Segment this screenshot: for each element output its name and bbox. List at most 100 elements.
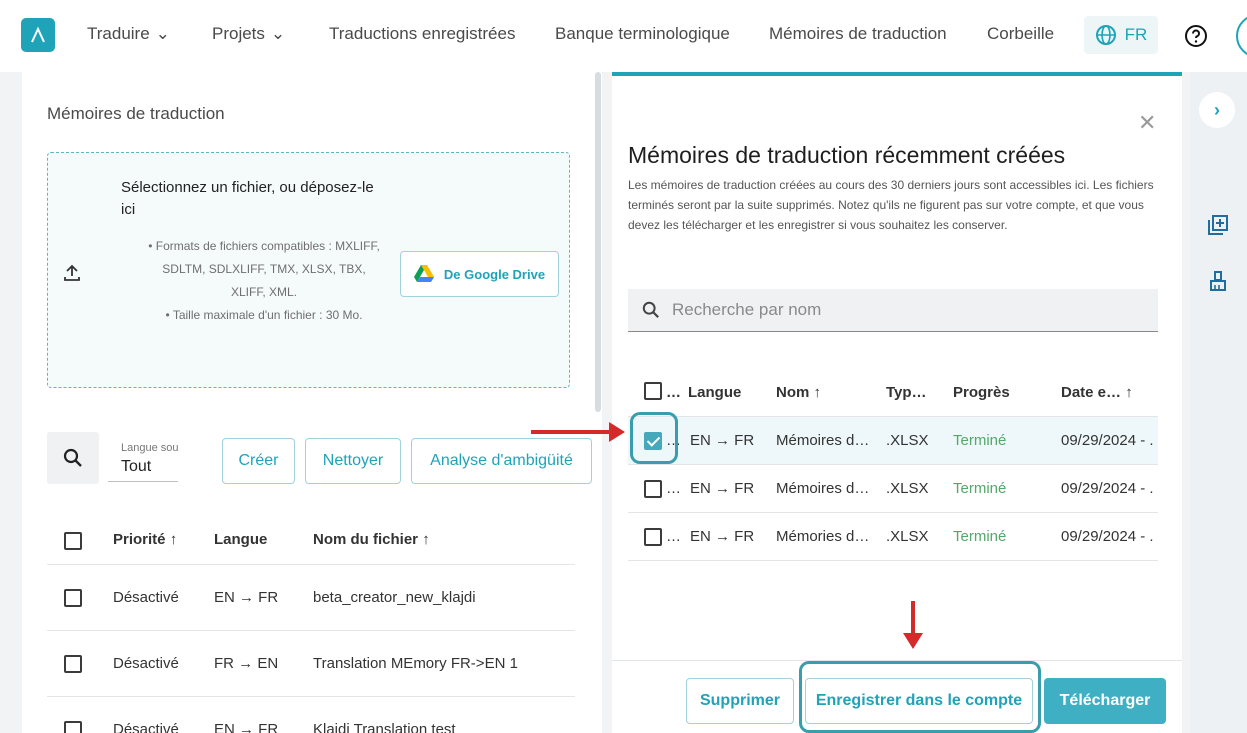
google-drive-label: De Google Drive [443,266,546,282]
nav-traductions-enregistrees[interactable]: Traductions enregistrées [329,24,515,44]
column-header-date-label: Date e… [1061,384,1122,401]
row-name: Mémoires d… [776,432,870,449]
recent-memories-drawer: ✕ Mémoires de traduction récemment créée… [612,72,1182,733]
sort-arrow-up-icon: ↑ [422,531,430,548]
logo-icon [31,26,45,43]
search-button[interactable] [47,432,99,484]
table-header: … Langue Nom ↑ Typ… Progrès Date e… ↑ [628,367,1158,417]
row-language: EN → FR [214,589,279,606]
formats-info: • Formats de fichiers compatibles : MXLI… [148,239,380,299]
chevron-right-icon[interactable]: › [1199,92,1235,128]
row-language: EN → FR [214,721,279,733]
left-panel-scrollbar[interactable] [595,72,601,412]
checkbox-highlight [630,412,678,464]
avatar[interactable] [1236,14,1247,58]
translation-memories-panel: Mémoires de traduction Sélectionnez un f… [22,72,602,733]
row-dots: … [666,480,681,497]
column-header-filename[interactable]: Nom du fichier ↑ [313,531,430,548]
table-row[interactable]: Désactivé EN → FR Klajdi Translation tes… [47,697,575,733]
sort-arrow-up-icon: ↑ [813,384,822,401]
column-header-priority[interactable]: Priorité ↑ [113,531,177,548]
add-box-icon[interactable] [1208,215,1228,240]
column-header-filename-label: Nom du fichier [313,531,419,548]
row-date: 09/29/2024 - . [1061,432,1154,449]
cleaning-brush-icon[interactable] [1208,271,1228,296]
row-filename: beta_creator_new_klajdi [313,589,476,606]
row-language: FR → EN [214,655,279,672]
row-priority: Désactivé [113,589,179,606]
nav-traduire[interactable]: Traduire ⌄ [87,24,170,44]
drawer-description: Les mémoires de traduction créées au cou… [628,178,1154,232]
column-header-progress[interactable]: Progrès [953,384,1010,401]
row-checkbox[interactable] [64,721,82,733]
table-row[interactable]: Désactivé EN → FR beta_creator_new_klajd… [47,565,575,631]
nav-memoires-de-traduction[interactable]: Mémoires de traduction [769,24,947,44]
row-progress: Terminé [953,480,1007,497]
column-header-priority-label: Priorité [113,531,166,548]
select-all-checkbox[interactable] [64,532,82,550]
table-row[interactable]: … EN → FR Mémoires d… .XLSX Terminé 09/2… [628,465,1158,513]
row-checkbox[interactable] [644,528,662,546]
language-label: FR [1124,25,1148,44]
google-drive-button[interactable]: De Google Drive [400,251,559,297]
memories-toolbar: Langue source Tout Créer Nettoyer Analys… [47,432,592,484]
clean-button[interactable]: Nettoyer [305,438,401,484]
app-logo[interactable] [21,18,55,52]
arrow-right-icon [531,422,625,442]
save-button-highlight [799,661,1041,733]
download-button[interactable]: Télécharger [1044,678,1166,724]
row-priority: Désactivé [113,655,179,672]
row-checkbox[interactable] [644,480,662,498]
help-icon[interactable] [1184,24,1208,53]
sort-arrow-up-icon: ↑ [1125,384,1133,401]
memories-table: Priorité ↑ Langue Nom du fichier ↑ Désac… [47,515,575,733]
language-selector[interactable]: FR [1084,16,1158,54]
search-by-name-input[interactable]: Recherche par nom [628,289,1158,332]
select-all-checkbox[interactable] [644,382,662,400]
source-language-select[interactable]: Langue source Tout [108,436,179,482]
page-title: Mémoires de traduction [47,104,225,123]
row-date: 09/29/2024 - . [1061,480,1154,497]
drawer-title: Mémoires de traduction récemment créées [628,142,1066,168]
nav-corbeille[interactable]: Corbeille [987,24,1054,44]
nav-banque-terminologique[interactable]: Banque terminologique [555,24,730,44]
source-language-value: Tout [121,458,152,475]
search-placeholder: Recherche par nom [672,300,822,319]
column-header-language[interactable]: Langue [688,384,741,401]
globe-icon [1095,25,1116,45]
table-row[interactable]: … EN → FR Mémoires d… .XLSX Terminé 09/2… [628,417,1158,465]
dropzone-info: • Formats de fichiers compatibles : MXLI… [144,235,384,327]
create-button[interactable]: Créer [222,438,295,484]
right-rail: › [1190,72,1247,733]
row-filename: Klajdi Translation test [313,721,456,733]
row-name: Mémoires d… [776,480,870,497]
row-date: 09/29/2024 - . [1061,528,1154,545]
column-header-dots: … [666,384,681,401]
max-size-info-text: Taille maximale d'un fichier : 30 Mo. [172,308,363,322]
ambiguity-analysis-button[interactable]: Analyse d'ambigüité [411,438,592,484]
chevron-down-icon: ⌄ [155,24,170,43]
row-checkbox[interactable] [64,655,82,673]
row-filename: Translation MEmory FR->EN 1 [313,655,518,672]
column-header-name[interactable]: Nom ↑ [776,384,821,401]
close-icon[interactable]: ✕ [1138,110,1156,136]
row-checkbox[interactable] [64,589,82,607]
column-header-type[interactable]: Typ… [886,384,927,401]
nav-projets[interactable]: Projets ⌄ [212,24,285,44]
table-row[interactable]: Désactivé FR → EN Translation MEmory FR-… [47,631,575,697]
nav-projets-label: Projets [212,24,265,43]
google-drive-icon [413,265,434,282]
table-row[interactable]: … EN → FR Mémories d… .XLSX Terminé 09/2… [628,513,1158,561]
column-header-name-label: Nom [776,384,810,401]
row-type: .XLSX [886,432,929,449]
max-size-info: • Taille maximale d'un fichier : 30 Mo. [165,308,363,322]
row-priority: Désactivé [113,721,179,733]
file-dropzone[interactable]: Sélectionnez un fichier, ou déposez-le i… [47,152,570,388]
search-icon [63,448,82,467]
column-header-date[interactable]: Date e… ↑ [1061,384,1133,401]
top-navigation: Traduire ⌄ Projets ⌄ Traductions enregistr… [0,0,1247,72]
column-header-language[interactable]: Langue [214,531,267,548]
row-progress: Terminé [953,432,1007,449]
recent-memories-table: … Langue Nom ↑ Typ… Progrès Date e… ↑ … … [628,367,1158,561]
delete-button[interactable]: Supprimer [686,678,794,724]
